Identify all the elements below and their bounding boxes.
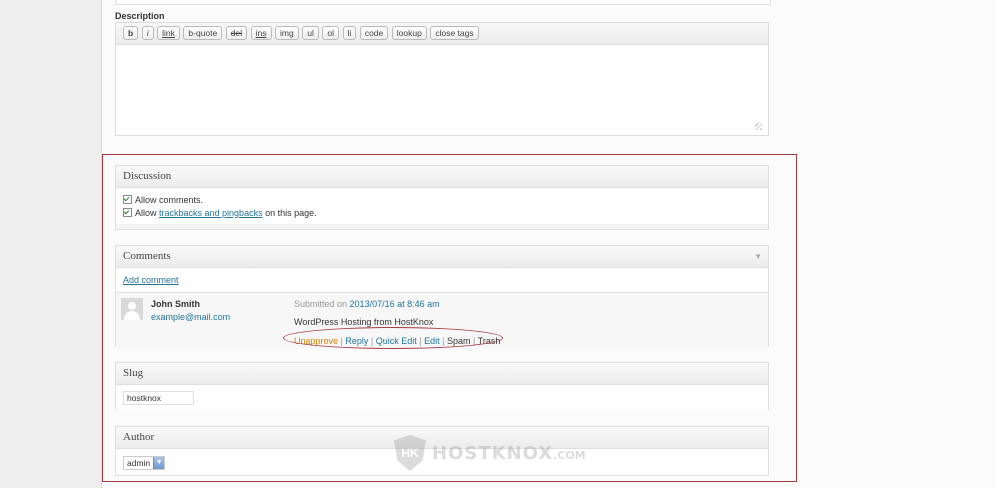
ul-button[interactable]: ul: [302, 26, 319, 40]
slug-title[interactable]: Slug: [116, 363, 768, 385]
comment-author-email[interactable]: example@mail.com: [151, 312, 230, 322]
description-editor[interactable]: b i link b-quote del ins img ul ol li co…: [115, 22, 769, 136]
trackbacks-link[interactable]: trackbacks and pingbacks: [159, 208, 263, 218]
allow-comments-row: Allow comments.: [123, 193, 761, 206]
add-comment-row: Add comment: [116, 268, 768, 293]
allow-pings-suffix: on this page.: [262, 207, 317, 218]
quicktags-toolbar: b i link b-quote del ins img ul ol li co…: [116, 23, 768, 45]
author-select[interactable]: admin ▼: [123, 456, 166, 470]
comment-submitted: Submitted on 2013/07/16 at 8:46 am: [294, 299, 440, 309]
add-comment-link[interactable]: Add comment: [123, 275, 179, 285]
code-button[interactable]: code: [359, 26, 389, 40]
comment-author-name: John Smith: [151, 299, 200, 309]
submitted-prefix: Submitted on: [294, 299, 350, 309]
bold-button[interactable]: b: [123, 26, 139, 40]
slug-input[interactable]: hostknox: [123, 391, 194, 405]
blockquote-button[interactable]: b-quote: [183, 26, 223, 40]
link-button[interactable]: link: [157, 26, 180, 40]
img-button[interactable]: img: [275, 26, 299, 40]
resize-handle[interactable]: [755, 123, 762, 130]
slug-inside: hostknox: [116, 385, 768, 410]
admin-menu-gutter: [0, 0, 102, 488]
allow-pings-row: Allow trackbacks and pingbacks on this p…: [123, 206, 761, 219]
watermark-text: HOSTKNOX.COM: [432, 443, 586, 464]
discussion-title[interactable]: Discussion: [116, 166, 768, 188]
comments-title-bar[interactable]: Comments ▼: [116, 246, 768, 268]
description-label: Description: [115, 11, 165, 21]
italic-button[interactable]: i: [141, 26, 154, 40]
allow-pings-checkbox[interactable]: [123, 208, 132, 217]
comment-date-link[interactable]: 2013/07/16 at 8:46 am: [350, 299, 440, 309]
comments-title: Comments: [123, 250, 171, 262]
li-button[interactable]: li: [342, 26, 357, 40]
ins-button[interactable]: ins: [250, 26, 272, 40]
watermark-brand: HOSTKNOX: [432, 442, 554, 464]
lookup-button[interactable]: lookup: [391, 26, 427, 40]
discussion-inside: Allow comments. Allow trackbacks and pin…: [116, 188, 768, 224]
shield-logo-icon: HK: [394, 435, 426, 471]
ol-button[interactable]: ol: [322, 26, 339, 40]
avatar-body-icon: [124, 311, 140, 320]
slug-box: Slug hostknox: [115, 362, 769, 410]
author-selected-value: admin: [127, 458, 151, 468]
watermark-suffix: .COM: [553, 448, 586, 462]
discussion-box: Discussion Allow comments. Allow trackba…: [115, 165, 769, 230]
allow-comments-checkbox[interactable]: [123, 195, 132, 204]
avatar: [121, 298, 143, 320]
actions-highlight-ellipse: [283, 327, 503, 349]
comment-text: WordPress Hosting from HostKnox: [294, 317, 434, 327]
dropdown-arrow-icon[interactable]: ▼: [153, 457, 165, 469]
close-tags-button[interactable]: close tags: [430, 26, 479, 40]
allow-comments-label: Allow comments.: [135, 194, 204, 205]
avatar-head-icon: [128, 302, 136, 310]
hostknox-watermark: HK HOSTKNOX.COM: [394, 435, 586, 471]
del-button[interactable]: del: [225, 26, 248, 40]
previous-field-box: [115, 0, 771, 5]
allow-pings-prefix: Allow: [135, 207, 160, 218]
collapse-arrow-icon[interactable]: ▼: [754, 246, 762, 267]
